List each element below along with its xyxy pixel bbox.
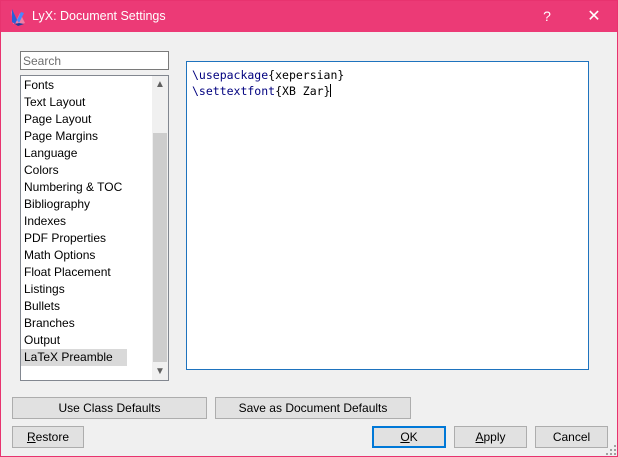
category-items: Fonts Text Layout Page Layout Page Margi… [21,77,152,366]
ok-button[interactable]: OK [372,426,446,448]
resize-grip-icon[interactable] [605,444,617,456]
category-list-scrollbar[interactable]: ▲ ▼ [152,76,168,380]
sidebar-item-bullets[interactable]: Bullets [21,298,152,315]
sidebar-item-branches[interactable]: Branches [21,315,152,332]
preamble-argument: {xepersian} [268,68,345,82]
sidebar-item-page-margins[interactable]: Page Margins [21,128,152,145]
preamble-line-2: \settextfont{XB Zar} [192,84,332,98]
window-title: LyX: Document Settings [32,9,166,23]
close-button[interactable]: ✕ [571,1,617,32]
preamble-command: \usepackage [192,68,269,82]
settings-category-list[interactable]: Fonts Text Layout Page Layout Page Margi… [20,75,169,381]
preamble-argument: {XB Zar} [275,84,331,98]
title-bar[interactable]: LyX: Document Settings ? ✕ [1,1,617,32]
preamble-line-1: \usepackage{xepersian} [192,68,344,82]
sidebar-item-text-layout[interactable]: Text Layout [21,94,152,111]
restore-button[interactable]: Restore [12,426,84,448]
save-as-document-defaults-button[interactable]: Save as Document Defaults [215,397,411,419]
sidebar-item-float-placement[interactable]: Float Placement [21,264,152,281]
sidebar-item-page-layout[interactable]: Page Layout [21,111,152,128]
lyx-logo-icon [11,9,25,26]
apply-label: pply [483,430,506,444]
help-button[interactable]: ? [524,1,570,32]
use-class-defaults-button[interactable]: Use Class Defaults [12,397,207,419]
sidebar-item-latex-preamble[interactable]: LaTeX Preamble [21,349,127,366]
apply-accelerator: A [475,430,484,444]
sidebar-item-output[interactable]: Output [21,332,152,349]
restore-accelerator: R [26,430,36,444]
restore-label: estore [35,430,70,444]
cancel-button[interactable]: Cancel [535,426,608,448]
preamble-command: \settextfont [192,84,276,98]
ok-accelerator: O [400,430,410,444]
sidebar-item-math-options[interactable]: Math Options [21,247,152,264]
sidebar-item-colors[interactable]: Colors [21,162,152,179]
sidebar-item-bibliography[interactable]: Bibliography [21,196,152,213]
sidebar-item-listings[interactable]: Listings [21,281,152,298]
scroll-down-arrow-icon[interactable]: ▼ [152,363,168,380]
sidebar-item-numbering-toc[interactable]: Numbering & TOC [21,179,152,196]
text-cursor [330,84,332,97]
scroll-up-arrow-icon[interactable]: ▲ [152,76,168,93]
sidebar-item-language[interactable]: Language [21,145,152,162]
document-settings-dialog: LyX: Document Settings ? ✕ Fonts Text La… [0,0,618,457]
latex-preamble-editor[interactable]: \usepackage{xepersian} \settextfont{XB Z… [186,61,589,370]
sidebar-item-pdf-properties[interactable]: PDF Properties [21,230,152,247]
search-input[interactable] [21,52,168,69]
sidebar-item-fonts[interactable]: Fonts [21,77,152,94]
apply-button[interactable]: Apply [454,426,527,448]
sidebar-item-indexes[interactable]: Indexes [21,213,152,230]
search-field[interactable] [20,51,169,70]
ok-label: K [409,430,418,444]
scrollbar-thumb[interactable] [153,133,167,362]
